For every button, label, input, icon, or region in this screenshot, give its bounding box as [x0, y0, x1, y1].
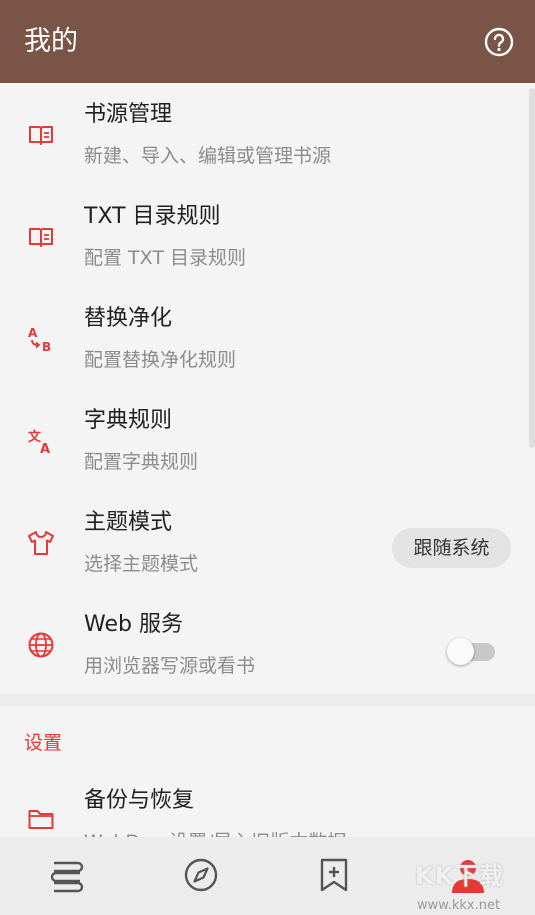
menu-item-title: TXT 目录规则: [84, 204, 221, 229]
menu-item-subtitle: 选择主题模式: [84, 553, 199, 575]
svg-text:B: B: [42, 340, 51, 353]
menu-item-replace-rule[interactable]: A B 替换净化 配置替换净化规则: [0, 287, 535, 389]
menu-item-subtitle: 配置字典规则: [84, 451, 199, 473]
watermark-text: KK下载: [415, 862, 505, 890]
menu-item-subtitle: 配置替换净化规则: [84, 349, 237, 371]
settings-list[interactable]: 书源管理 新建、导入、编辑或管理书源 TXT 目录规则 配置 TXT 目录规则 …: [0, 83, 535, 837]
find-replace-icon: A B: [28, 326, 51, 353]
compass-icon[interactable]: [183, 857, 219, 893]
theme-mode-button[interactable]: 跟随系统: [392, 528, 511, 568]
menu-item-web-service[interactable]: Web 服务 用浏览器写源或看书: [0, 593, 535, 695]
translate-icon: 文 A: [28, 429, 50, 455]
scrollbar[interactable]: [529, 88, 535, 448]
menu-item-subtitle: 新建、导入、编辑或管理书源: [84, 145, 332, 167]
globe-icon: [28, 632, 54, 658]
svg-text:A: A: [40, 442, 50, 455]
menu-item-txt-toc-rule[interactable]: TXT 目录规则 配置 TXT 目录规则: [0, 185, 535, 287]
menu-item-subtitle: 用浏览器写源或看书: [84, 655, 256, 677]
app-bar: 我的: [0, 0, 535, 83]
menu-item-book-source[interactable]: 书源管理 新建、导入、编辑或管理书源: [0, 83, 535, 185]
watermark-url: www.kkx.net: [417, 898, 501, 913]
help-icon[interactable]: [484, 27, 514, 57]
section-title-settings: 设置: [24, 732, 63, 754]
book-open-icon: [29, 228, 53, 247]
menu-item-subtitle: 配置 TXT 目录规则: [84, 247, 246, 269]
menu-item-subtitle: WebDav 设置/导入旧版本数据: [84, 827, 346, 837]
menu-item-title: 主题模式: [84, 510, 173, 535]
bookmark-add-icon[interactable]: [316, 857, 352, 893]
menu-item-title: 字典规则: [84, 408, 173, 433]
folder-icon: [28, 810, 54, 829]
section-divider: [0, 694, 535, 706]
book-open-icon: [29, 126, 53, 145]
bookshelf-icon[interactable]: [49, 857, 85, 893]
menu-item-dict-rule[interactable]: 文 A 字典规则 配置字典规则: [0, 389, 535, 491]
menu-item-title: 备份与恢复: [84, 788, 195, 813]
shirt-icon: [28, 531, 54, 555]
svg-text:A: A: [28, 326, 38, 340]
menu-item-backup-restore[interactable]: 备份与恢复 WebDav 设置/导入旧版本数据: [0, 777, 535, 837]
web-service-toggle[interactable]: [447, 637, 495, 665]
menu-item-theme-mode[interactable]: 主题模式 选择主题模式 跟随系统: [0, 491, 535, 593]
menu-item-title: Web 服务: [84, 612, 183, 637]
menu-item-title: 书源管理: [84, 102, 173, 127]
menu-item-title: 替换净化: [84, 306, 173, 331]
watermark-logo: KK下载: [415, 856, 504, 891]
page-title: 我的: [24, 26, 78, 57]
toggle-knob: [447, 638, 474, 665]
